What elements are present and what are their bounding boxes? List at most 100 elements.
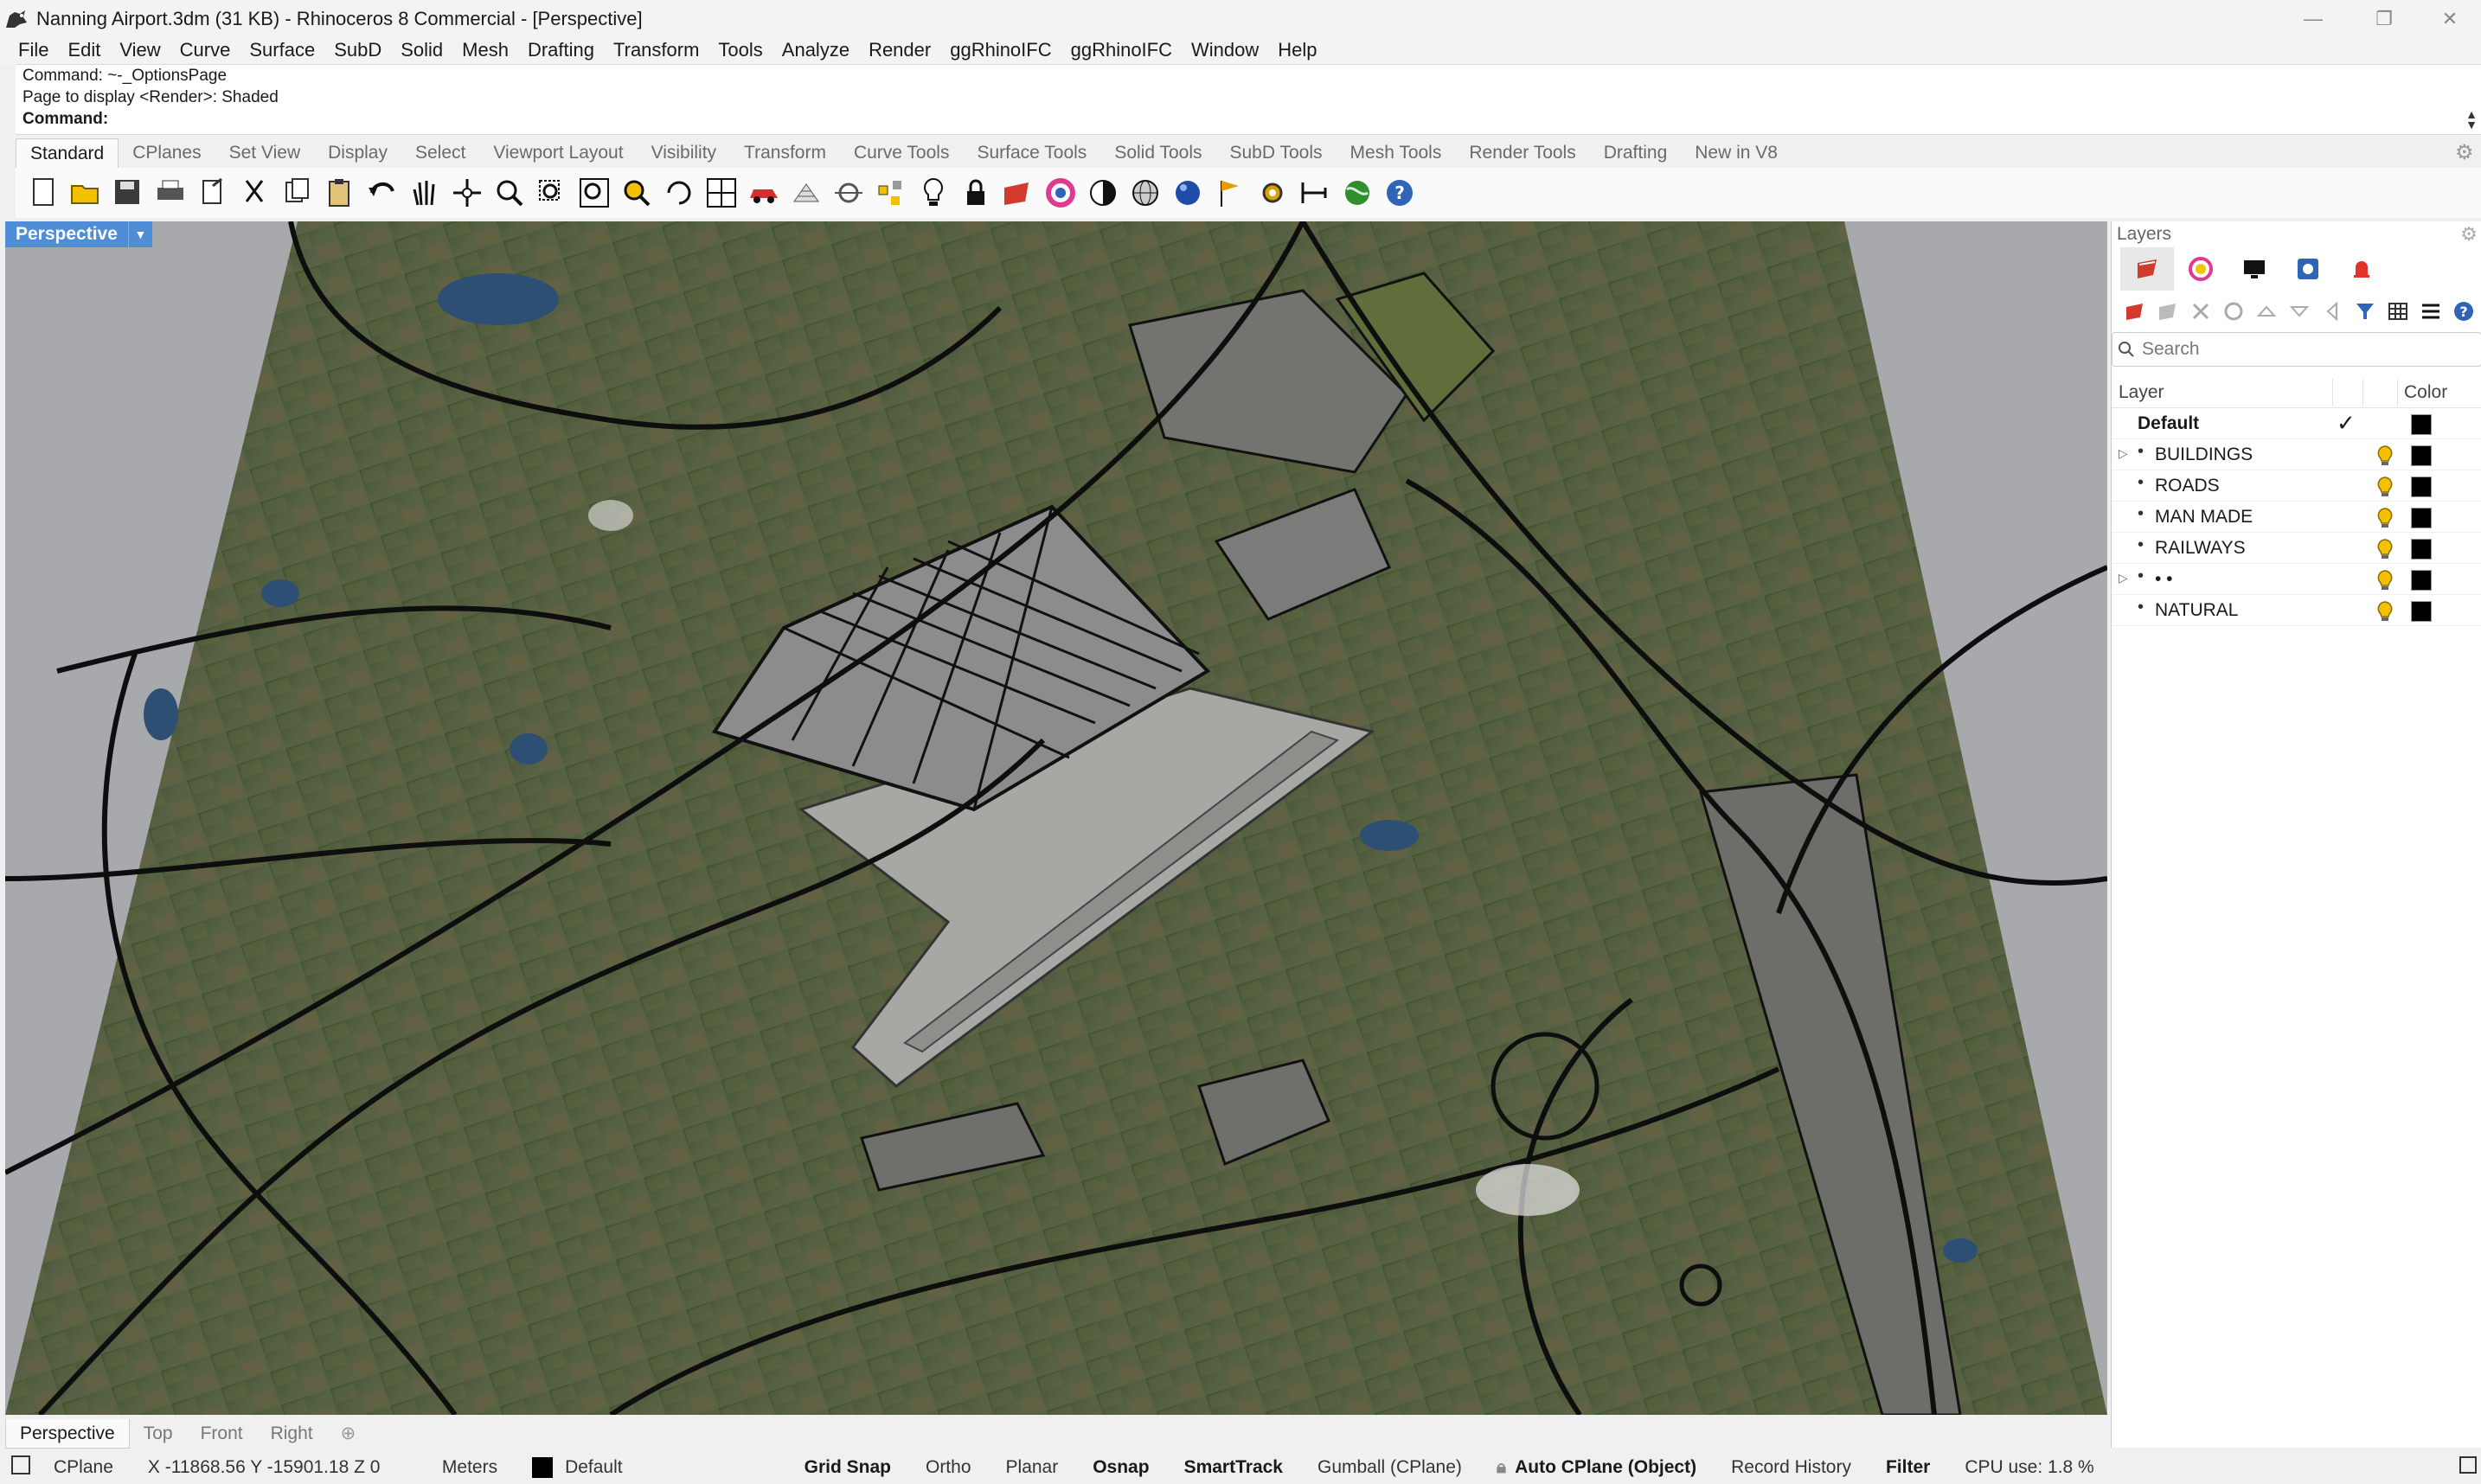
viewport-scene[interactable] bbox=[5, 221, 2107, 1415]
status-units[interactable]: Meters bbox=[425, 1457, 515, 1478]
tab-mesh-tools[interactable]: Mesh Tools bbox=[1337, 138, 1456, 168]
menu-ggrhinoifc-1[interactable]: ggRhinoIFC bbox=[940, 39, 1061, 61]
layer-color-swatch[interactable] bbox=[2411, 539, 2432, 560]
status-cplane[interactable]: CPlane bbox=[36, 1457, 131, 1478]
zoom-icon[interactable] bbox=[489, 172, 530, 214]
display-tab-icon[interactable] bbox=[2228, 247, 2281, 291]
car-icon[interactable] bbox=[743, 172, 785, 214]
layer-color-swatch[interactable] bbox=[2411, 414, 2432, 435]
expand-triangle-icon[interactable]: ▷ bbox=[2119, 571, 2128, 585]
menu-analyze[interactable]: Analyze bbox=[773, 39, 859, 61]
tab-new-in-v8[interactable]: New in V8 bbox=[1681, 138, 1792, 168]
open-icon[interactable] bbox=[65, 172, 106, 214]
menu-solid[interactable]: Solid bbox=[391, 39, 452, 61]
menu-render[interactable]: Render bbox=[859, 39, 940, 61]
tab-set-view[interactable]: Set View bbox=[215, 138, 315, 168]
layer-row[interactable]: Default ✓ bbox=[2112, 408, 2481, 439]
zoom-window-icon[interactable] bbox=[531, 172, 573, 214]
command-scroll-arrows[interactable]: ▲ ▼ bbox=[2462, 106, 2481, 132]
layers-help-icon[interactable]: ? bbox=[2447, 294, 2480, 329]
toolbar-settings-gear-icon[interactable]: ⚙ bbox=[2455, 140, 2478, 164]
tab-drafting[interactable]: Drafting bbox=[1590, 138, 1682, 168]
layer-name[interactable]: • • bbox=[2155, 569, 2173, 590]
viewport-menu-arrow-icon[interactable]: ▼ bbox=[127, 221, 152, 247]
menu-ggrhinoifc-2[interactable]: ggRhinoIFC bbox=[1061, 39, 1182, 61]
rendering-tab-icon[interactable] bbox=[2281, 247, 2335, 291]
layer-visibility-bulb-icon[interactable] bbox=[2375, 445, 2395, 467]
menu-tools[interactable]: Tools bbox=[708, 39, 772, 61]
pan-icon[interactable] bbox=[404, 172, 446, 214]
layer-row[interactable]: • MAN MADE bbox=[2112, 502, 2481, 533]
status-panel-toggle-icon[interactable] bbox=[0, 1455, 36, 1481]
dimension-icon[interactable] bbox=[1294, 172, 1336, 214]
tab-display[interactable]: Display bbox=[314, 138, 401, 168]
tab-subd-tools[interactable]: SubD Tools bbox=[1216, 138, 1337, 168]
color-icon[interactable] bbox=[1040, 172, 1081, 214]
layer-color-swatch[interactable] bbox=[2411, 570, 2432, 591]
move-layer-up-icon[interactable] bbox=[2250, 294, 2283, 329]
layer-visibility-bulb-icon[interactable] bbox=[2375, 569, 2395, 592]
undo-icon[interactable] bbox=[362, 172, 403, 214]
menu-transform[interactable]: Transform bbox=[604, 39, 708, 61]
viewport-tab-top[interactable]: Top bbox=[130, 1419, 187, 1449]
move-icon[interactable] bbox=[446, 172, 488, 214]
render-sphere-icon[interactable] bbox=[1167, 172, 1208, 214]
move-layer-parent-icon[interactable] bbox=[2316, 294, 2349, 329]
menu-view[interactable]: View bbox=[110, 39, 170, 61]
layer-row[interactable]: • NATURAL bbox=[2112, 595, 2481, 626]
viewport-title-tab[interactable]: Perspective ▼ bbox=[5, 221, 152, 247]
tab-transform[interactable]: Transform bbox=[730, 138, 840, 168]
maximize-button[interactable]: ❐ bbox=[2348, 0, 2420, 38]
menu-subd[interactable]: SubD bbox=[324, 39, 391, 61]
menu-curve[interactable]: Curve bbox=[170, 39, 240, 61]
status-filter[interactable]: Filter bbox=[1869, 1457, 1947, 1478]
status-smarttrack[interactable]: SmartTrack bbox=[1167, 1457, 1300, 1478]
viewport-tab-perspective[interactable]: Perspective bbox=[5, 1419, 130, 1449]
current-layer-check-icon[interactable]: ✓ bbox=[2337, 410, 2356, 437]
tab-curve-tools[interactable]: Curve Tools bbox=[840, 138, 964, 168]
layers-tab-icon[interactable] bbox=[2120, 247, 2174, 291]
status-right-toggle-icon[interactable] bbox=[2455, 1455, 2481, 1480]
status-planar[interactable]: Planar bbox=[989, 1457, 1076, 1478]
layer-menu-icon[interactable] bbox=[2414, 294, 2447, 329]
panel-settings-gear-icon[interactable]: ⚙ bbox=[2460, 223, 2478, 246]
layer-visibility-bulb-icon[interactable] bbox=[2375, 600, 2395, 623]
help-icon[interactable]: ? bbox=[1379, 172, 1420, 214]
layer-name[interactable]: Default bbox=[2138, 413, 2199, 434]
layer-row[interactable]: • ROADS bbox=[2112, 470, 2481, 502]
tab-solid-tools[interactable]: Solid Tools bbox=[1100, 138, 1215, 168]
rhino-app-icon[interactable] bbox=[3, 6, 29, 32]
layer-column-header[interactable]: Layer bbox=[2119, 382, 2164, 403]
layer-name[interactable]: ROADS bbox=[2155, 476, 2220, 496]
layer-row[interactable]: ▷ • • • bbox=[2112, 564, 2481, 595]
status-ortho[interactable]: Ortho bbox=[908, 1457, 989, 1478]
status-osnap[interactable]: Osnap bbox=[1075, 1457, 1166, 1478]
points-icon[interactable] bbox=[870, 172, 912, 214]
wireframe-icon[interactable] bbox=[1125, 172, 1166, 214]
expand-triangle-icon[interactable]: ▷ bbox=[2119, 446, 2128, 461]
cut-icon[interactable] bbox=[234, 172, 276, 214]
perspective-viewport[interactable] bbox=[5, 221, 2107, 1415]
settings-icon[interactable] bbox=[1252, 172, 1293, 214]
status-gumball[interactable]: Gumball (CPlane) bbox=[1300, 1457, 1479, 1478]
layer-color-swatch[interactable] bbox=[2411, 508, 2432, 528]
tab-visibility[interactable]: Visibility bbox=[638, 138, 730, 168]
layer-row[interactable]: ▷ • BUILDINGS bbox=[2112, 439, 2481, 470]
color-column-header[interactable]: Color bbox=[2404, 382, 2447, 403]
filter-icon[interactable] bbox=[2349, 294, 2382, 329]
import-icon[interactable] bbox=[192, 172, 234, 214]
layer-color-swatch[interactable] bbox=[2411, 445, 2432, 466]
duplicate-layer-icon[interactable] bbox=[2217, 294, 2250, 329]
paste-icon[interactable] bbox=[319, 172, 361, 214]
tab-standard[interactable]: Standard bbox=[16, 138, 119, 168]
tab-cplanes[interactable]: CPlanes bbox=[119, 138, 215, 168]
menu-surface[interactable]: Surface bbox=[240, 39, 324, 61]
tab-surface-tools[interactable]: Surface Tools bbox=[963, 138, 1100, 168]
layer-search-field[interactable]: Search bbox=[2112, 332, 2481, 367]
minimize-button[interactable]: — bbox=[2277, 0, 2350, 38]
add-viewport-tab-icon[interactable]: ⊕ bbox=[327, 1419, 370, 1449]
status-grid-snap[interactable]: Grid Snap bbox=[787, 1457, 908, 1478]
display-mode-icon[interactable] bbox=[1082, 172, 1124, 214]
layer-color-swatch[interactable] bbox=[2411, 601, 2432, 622]
layer-name[interactable]: BUILDINGS bbox=[2155, 445, 2253, 465]
